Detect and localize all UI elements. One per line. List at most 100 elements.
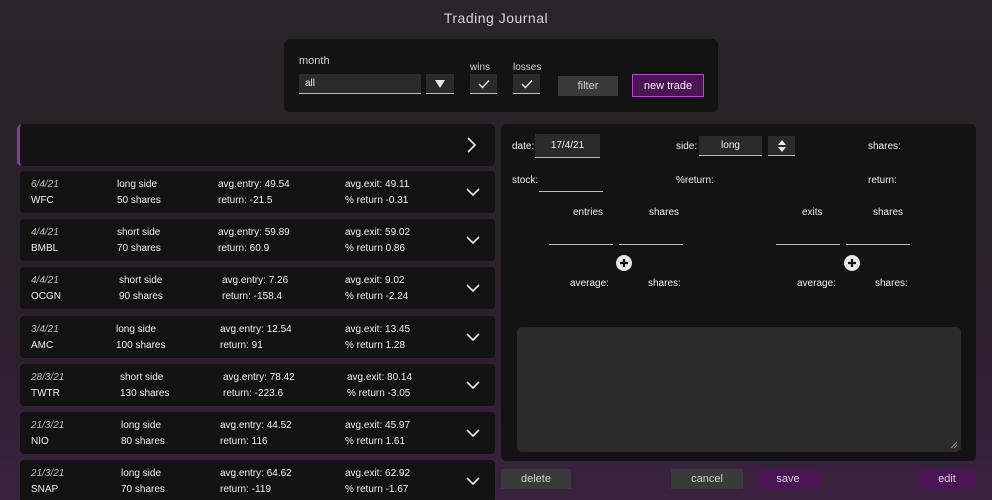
side-label: side: bbox=[676, 141, 698, 152]
month-select[interactable]: all bbox=[299, 74, 421, 94]
checkmark-icon bbox=[521, 79, 533, 89]
trade-ticker: TWTR bbox=[31, 388, 60, 399]
chevron-down-icon[interactable] bbox=[465, 185, 481, 199]
add-exit-icon[interactable] bbox=[844, 255, 860, 271]
trade-avg-exit: avg.exit: 45.97 bbox=[345, 420, 411, 431]
trade-return: return: -158.4 bbox=[222, 291, 283, 302]
side-select[interactable]: long bbox=[699, 136, 762, 156]
chevron-down-icon[interactable] bbox=[465, 426, 481, 440]
trade-avg-exit: avg.exit: 59.02 bbox=[345, 227, 411, 238]
trade-avg-exit: avg.exit: 80.14 bbox=[347, 372, 413, 383]
trade-shares: 70 shares bbox=[121, 484, 165, 495]
exits-shares-label: shares bbox=[873, 207, 904, 218]
trade-date: 28/3/21 bbox=[31, 372, 65, 383]
trade-side: short side bbox=[117, 227, 161, 238]
trade-avg-entry: avg.entry: 49.54 bbox=[218, 179, 290, 190]
trade-side: short side bbox=[119, 275, 163, 286]
edit-button[interactable]: edit bbox=[918, 469, 976, 489]
trade-ticker: OCGN bbox=[31, 291, 61, 302]
cancel-button[interactable]: cancel bbox=[671, 469, 743, 489]
trade-card[interactable]: 6/4/21 WFC long side 50 shares avg.entry… bbox=[20, 171, 495, 213]
filter-button[interactable]: filter bbox=[558, 76, 618, 96]
chevron-down-icon[interactable] bbox=[465, 233, 481, 247]
shares-label: shares: bbox=[868, 141, 901, 152]
notes-textarea[interactable] bbox=[517, 327, 961, 452]
trade-detail-panel: date: 17/4/21 side: long shares: stock: … bbox=[501, 124, 976, 461]
date-field[interactable]: 17/4/21 bbox=[535, 134, 600, 158]
chevron-down-icon[interactable] bbox=[465, 378, 481, 392]
chevron-down-icon[interactable] bbox=[465, 330, 481, 344]
trade-return: return: -21.5 bbox=[218, 195, 273, 206]
trade-card[interactable]: 28/3/21 TWTR short side 130 shares avg.e… bbox=[20, 364, 495, 406]
chevron-down-icon[interactable] bbox=[465, 281, 481, 295]
trade-card[interactable]: 4/4/21 OCGN short side 90 shares avg.ent… bbox=[20, 267, 495, 309]
exits-avg-shares-label: shares: bbox=[875, 278, 908, 289]
trade-date: 21/3/21 bbox=[31, 420, 65, 431]
trade-return: return: -119 bbox=[220, 484, 271, 495]
exits-average-label: average: bbox=[797, 278, 836, 289]
trade-ticker: AMC bbox=[31, 340, 54, 351]
save-button[interactable]: save bbox=[757, 469, 819, 489]
trade-date: 3/4/21 bbox=[31, 324, 59, 335]
trade-card[interactable]: 3/4/21 AMC long side 100 shares avg.entr… bbox=[20, 316, 495, 358]
losses-checkbox[interactable] bbox=[513, 74, 540, 94]
stock-field[interactable] bbox=[539, 170, 603, 192]
trade-pct-return: % return 1.28 bbox=[345, 340, 406, 351]
month-label: month bbox=[299, 55, 330, 67]
trade-avg-entry: avg.entry: 64.62 bbox=[220, 468, 292, 479]
entry-price-field[interactable] bbox=[549, 223, 613, 245]
trade-avg-entry: avg.entry: 78.42 bbox=[223, 372, 295, 383]
trade-avg-entry: avg.entry: 7.26 bbox=[222, 275, 289, 286]
trade-avg-entry: avg.entry: 59.89 bbox=[218, 227, 290, 238]
chevron-right-icon[interactable] bbox=[463, 136, 479, 154]
triangle-down-icon bbox=[435, 79, 445, 88]
trade-avg-entry: avg.entry: 12.54 bbox=[220, 324, 292, 335]
page-nav-card bbox=[17, 124, 495, 166]
new-trade-button[interactable]: new trade bbox=[632, 74, 704, 97]
trade-date: 21/3/21 bbox=[31, 468, 65, 479]
trade-return: return: 116 bbox=[220, 436, 268, 447]
exits-label: exits bbox=[802, 207, 823, 218]
entries-average-label: average: bbox=[570, 278, 609, 289]
month-dropdown-button[interactable] bbox=[426, 74, 454, 94]
add-entry-icon[interactable] bbox=[616, 255, 632, 271]
entries-avg-shares-label: shares: bbox=[648, 278, 681, 289]
stock-label: stock: bbox=[512, 175, 539, 186]
trade-avg-exit: avg.exit: 13.45 bbox=[345, 324, 411, 335]
checkmark-icon bbox=[478, 79, 490, 89]
chevron-down-icon[interactable] bbox=[465, 474, 481, 488]
entries-shares-label: shares bbox=[649, 207, 680, 218]
trade-avg-exit: avg.exit: 62.92 bbox=[345, 468, 411, 479]
trade-pct-return: % return -1.67 bbox=[345, 484, 409, 495]
trade-side: long side bbox=[121, 420, 162, 431]
trade-card[interactable]: 21/3/21 NIO long side 80 shares avg.entr… bbox=[20, 412, 495, 454]
trade-date: 4/4/21 bbox=[31, 227, 59, 238]
trade-return: return: 60.9 bbox=[218, 243, 270, 254]
trade-card[interactable]: 21/3/21 SNAP long side 70 shares avg.ent… bbox=[20, 460, 495, 500]
trade-side: short side bbox=[120, 372, 164, 383]
wins-checkbox[interactable] bbox=[470, 74, 497, 94]
date-label: date: bbox=[512, 141, 535, 152]
losses-label: losses bbox=[513, 62, 542, 73]
trade-avg-exit: avg.exit: 49.11 bbox=[345, 179, 410, 190]
trade-ticker: BMBL bbox=[31, 243, 59, 254]
trade-pct-return: % return -2.24 bbox=[345, 291, 409, 302]
side-stepper[interactable] bbox=[768, 136, 795, 156]
exit-price-field[interactable] bbox=[776, 223, 840, 245]
filter-panel: month all wins losses filter new trade bbox=[284, 39, 718, 112]
trade-card[interactable]: 4/4/21 BMBL short side 70 shares avg.ent… bbox=[20, 219, 495, 261]
trade-avg-entry: avg.entry: 44.52 bbox=[220, 420, 292, 431]
trade-ticker: NIO bbox=[31, 436, 49, 447]
trade-shares: 100 shares bbox=[116, 340, 166, 351]
sort-arrows-icon bbox=[777, 139, 786, 152]
trade-return: return: 91 bbox=[220, 340, 263, 351]
delete-button[interactable]: delete bbox=[501, 469, 571, 489]
entry-shares-field[interactable] bbox=[619, 223, 683, 245]
entries-label: entries bbox=[573, 207, 604, 218]
trade-shares: 80 shares bbox=[121, 436, 165, 447]
trade-ticker: SNAP bbox=[31, 484, 59, 495]
resize-handle-icon[interactable] bbox=[950, 441, 958, 449]
exit-shares-field[interactable] bbox=[846, 223, 910, 245]
pct-return-label: %return: bbox=[676, 175, 714, 186]
trade-shares: 50 shares bbox=[117, 195, 161, 206]
